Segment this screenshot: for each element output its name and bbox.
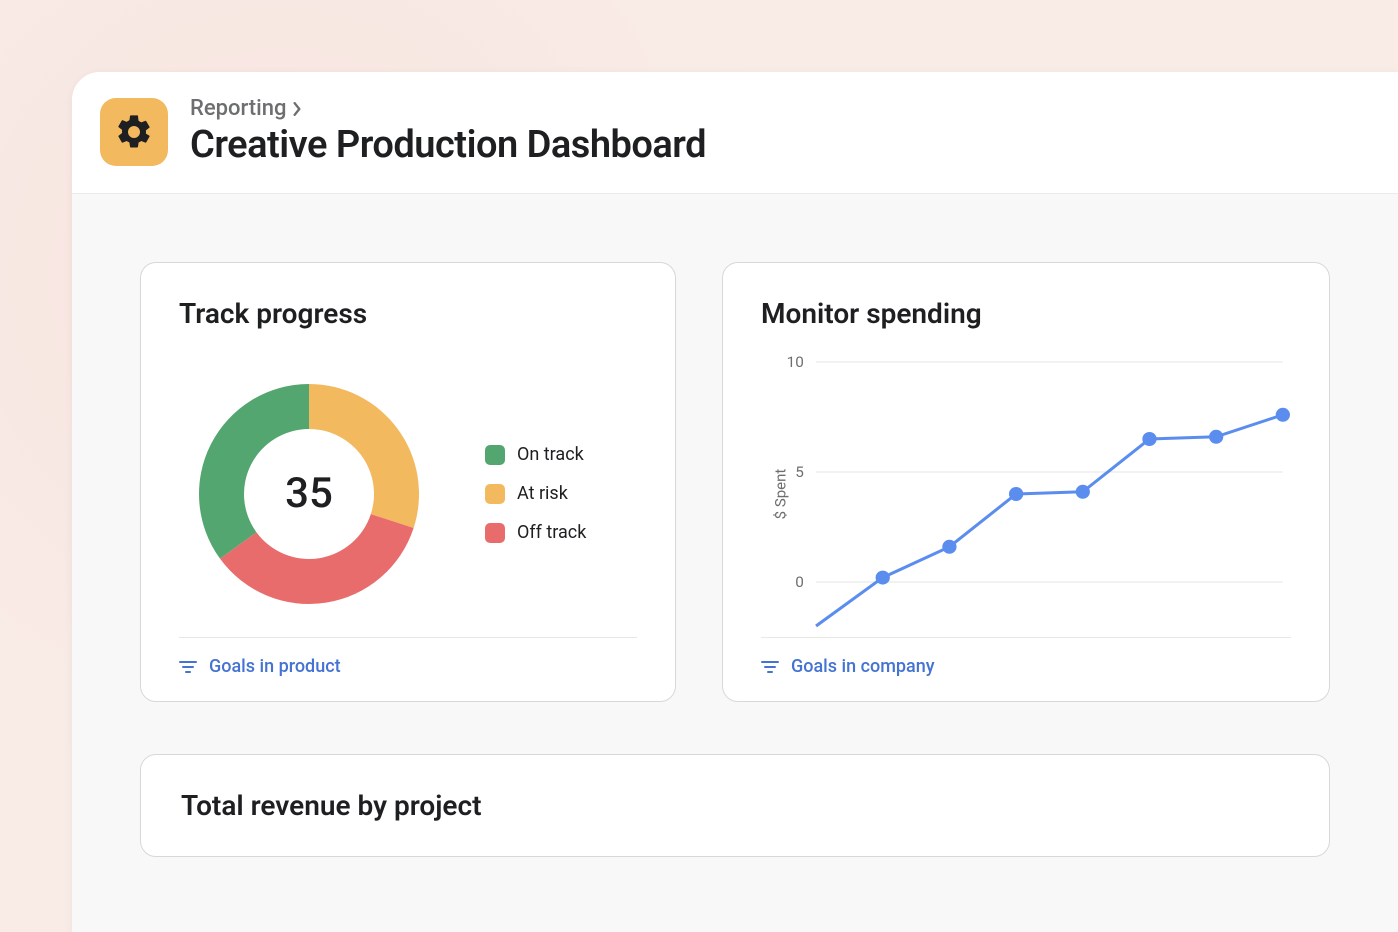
card-title: Monitor spending xyxy=(761,297,1291,330)
card-title: Track progress xyxy=(179,297,637,330)
donut-chart: 35 xyxy=(179,364,439,624)
svg-text:10: 10 xyxy=(787,354,804,371)
y-axis-label: $ Spent xyxy=(771,468,789,519)
breadcrumb-parent[interactable]: Reporting xyxy=(190,96,286,121)
header-text-block: Reporting Creative Production Dashboard xyxy=(190,96,706,167)
filter-label[interactable]: Goals in company xyxy=(791,656,935,677)
svg-text:0: 0 xyxy=(795,573,804,591)
card-row-1: Track progress xyxy=(140,262,1330,702)
donut-center-value: 35 xyxy=(179,364,439,624)
legend-label: At risk xyxy=(517,483,568,504)
swatch-on-track xyxy=(485,445,505,465)
card-footer-filter[interactable]: Goals in product xyxy=(179,637,637,677)
dashboard-window: Reporting Creative Production Dashboard … xyxy=(72,72,1398,932)
svg-text:5: 5 xyxy=(795,463,804,481)
dashboard-body: Track progress xyxy=(72,194,1398,932)
legend-item-off-track: Off track xyxy=(485,522,586,543)
swatch-off-track xyxy=(485,523,505,543)
card-title: Total revenue by project xyxy=(181,789,1289,822)
legend-item-at-risk: At risk xyxy=(485,483,586,504)
page-title: Creative Production Dashboard xyxy=(190,123,706,167)
card-body-linechart: $ Spent 0 5 10 xyxy=(761,350,1291,637)
filter-label[interactable]: Goals in product xyxy=(209,656,341,677)
legend-label: On track xyxy=(517,444,584,465)
card-footer-filter[interactable]: Goals in company xyxy=(761,637,1291,677)
line-chart: $ Spent 0 5 10 xyxy=(761,354,1291,634)
swatch-at-risk xyxy=(485,484,505,504)
breadcrumb[interactable]: Reporting xyxy=(190,96,706,121)
dashboard-icon-tile xyxy=(100,98,168,166)
legend-item-on-track: On track xyxy=(485,444,586,465)
filter-icon xyxy=(179,660,197,674)
page-header: Reporting Creative Production Dashboard xyxy=(72,72,1398,194)
chevron-right-icon xyxy=(292,102,302,116)
gear-icon xyxy=(114,112,154,152)
filter-icon xyxy=(761,660,779,674)
card-track-progress: Track progress xyxy=(140,262,676,702)
donut-legend: On track At risk Off track xyxy=(485,444,586,543)
card-monitor-spending: Monitor spending $ Spent 0 5 10 Goals in c… xyxy=(722,262,1330,702)
card-body-donut: 35 On track At risk xyxy=(179,350,637,637)
card-total-revenue: Total revenue by project xyxy=(140,754,1330,857)
legend-label: Off track xyxy=(517,522,586,543)
